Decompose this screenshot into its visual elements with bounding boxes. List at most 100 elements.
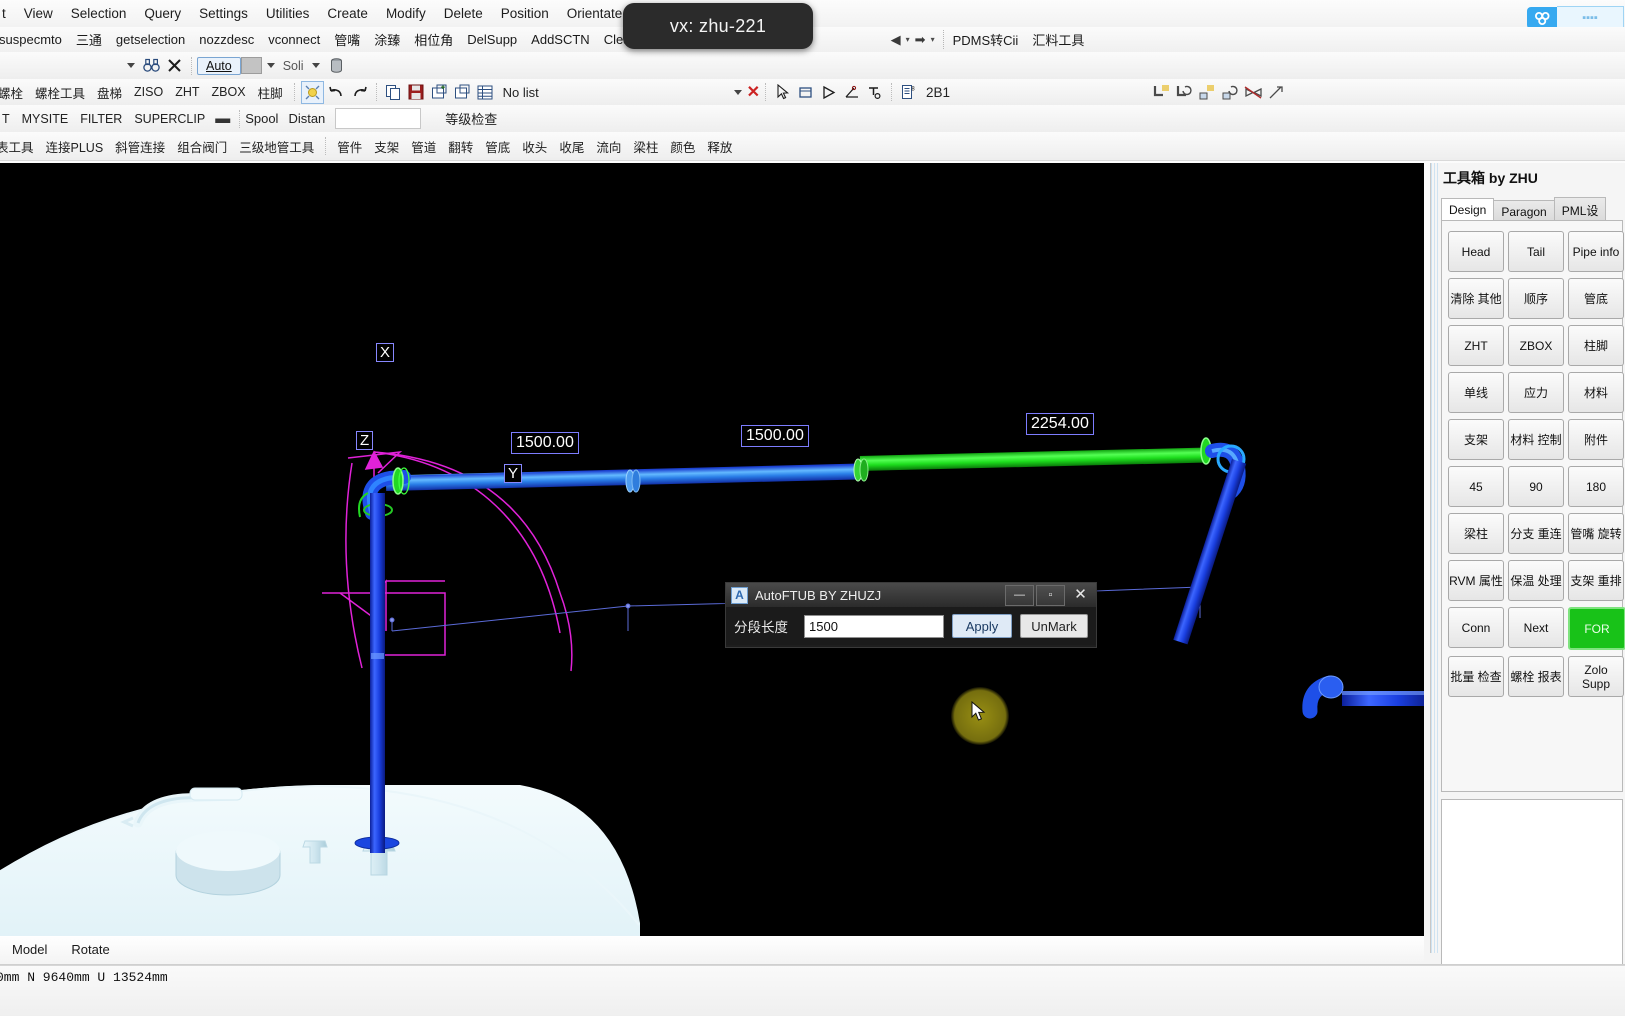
cmd-vconnect[interactable]: vconnect <box>261 29 327 50</box>
btn-rvm-attrs[interactable]: RVM 属性 <box>1448 560 1504 601</box>
valve-tool-icon[interactable] <box>1243 82 1264 103</box>
btn-batch-check[interactable]: 批量 检查 <box>1448 656 1504 697</box>
cmd-pdms-to-cii[interactable]: PDMS转Cii <box>946 27 1026 52</box>
tool-xieguan-lianjie[interactable]: 斜管连接 <box>109 134 171 159</box>
elbow-tool-1-icon[interactable] <box>1151 82 1172 103</box>
document-icon[interactable]: 8 <box>898 82 919 103</box>
spool-label[interactable]: Spool <box>245 111 278 126</box>
dropdown-caret-icon[interactable] <box>127 63 135 68</box>
btn-head[interactable]: Head <box>1448 231 1504 272</box>
menu-item-query[interactable]: Query <box>136 2 189 26</box>
btn-beam-column[interactable]: 梁柱 <box>1448 513 1504 554</box>
btn-support-rearrange[interactable]: 支架 重排 <box>1568 560 1624 601</box>
cmd-guanzui[interactable]: 管嘴 <box>327 27 367 52</box>
btn-conn[interactable]: Conn <box>1448 607 1504 648</box>
undo-icon[interactable] <box>326 82 347 103</box>
pointer-select-icon[interactable] <box>772 82 793 103</box>
btn-column-foot[interactable]: 柱脚 <box>1568 325 1624 366</box>
unmark-button[interactable]: UnMark <box>1020 614 1088 638</box>
btn-zolo-supp[interactable]: Zolo Supp <box>1568 656 1624 697</box>
auto-button[interactable]: Auto <box>197 56 241 75</box>
menu-item-edit[interactable]: t <box>0 2 14 26</box>
tool-guanjian[interactable]: 管件 <box>331 134 368 159</box>
btn-tail[interactable]: Tail <box>1508 231 1564 272</box>
nav-back-caret-icon[interactable]: ▾ <box>904 35 912 44</box>
remove-from-list-icon[interactable] <box>452 82 473 103</box>
tool-shouwei[interactable]: 收尾 <box>553 134 590 159</box>
find-icon[interactable] <box>141 55 162 76</box>
tool-zuhe-famen[interactable]: 组合阀门 <box>171 134 233 159</box>
list-selector[interactable]: No list <box>497 85 747 100</box>
tool-zhijia[interactable]: 支架 <box>368 134 405 159</box>
dialog-title-bar[interactable]: A AutoFTUB BY ZHUZJ — ▫ ✕ <box>726 583 1096 607</box>
view-mode-rotate[interactable]: Rotate <box>59 940 121 959</box>
nav-back-button[interactable]: ◀ <box>888 30 904 50</box>
tool-zhujiao[interactable]: 柱脚 <box>252 80 289 105</box>
btn-pipe-bottom[interactable]: 管底 <box>1568 278 1624 319</box>
delete-list-icon[interactable]: ✕ <box>747 82 760 102</box>
tool-mysite[interactable]: MYSITE <box>16 109 75 129</box>
tool-yanse[interactable]: 颜色 <box>664 134 701 159</box>
btn-single-line[interactable]: 单线 <box>1448 372 1504 413</box>
branch-tool-2-icon[interactable] <box>1220 82 1241 103</box>
close-button[interactable]: ✕ <box>1067 585 1094 604</box>
cmd-santong[interactable]: 三通 <box>69 27 109 52</box>
tool-ziso[interactable]: ZISO <box>128 82 169 102</box>
btn-order[interactable]: 顺序 <box>1508 278 1564 319</box>
elbow-tool-2-icon[interactable] <box>1174 82 1195 103</box>
tool-luoshuan[interactable]: 螺栓 <box>0 80 29 105</box>
cmd-delsupp[interactable]: DelSupp <box>460 29 524 50</box>
menu-item-settings[interactable]: Settings <box>191 2 256 26</box>
btn-nozzle-rotate[interactable]: 管嘴 旋转 <box>1568 513 1624 554</box>
add-to-list-icon[interactable] <box>429 82 450 103</box>
btn-clear-other[interactable]: 清除 其他 <box>1448 278 1504 319</box>
tool-fanzhuan[interactable]: 翻转 <box>442 134 479 159</box>
cmd-xiangweijiao[interactable]: 相位角 <box>407 27 460 52</box>
tool-zht[interactable]: ZHT <box>169 82 205 102</box>
apply-button[interactable]: Apply <box>952 614 1012 638</box>
tool-liuxiang[interactable]: 流向 <box>590 134 627 159</box>
play-icon[interactable] <box>818 82 839 103</box>
branch-tool-1-icon[interactable] <box>1197 82 1218 103</box>
nav-forward-button[interactable]: ➡ <box>912 30 929 50</box>
cmd-nozzdesc[interactable]: nozzdesc <box>192 29 261 50</box>
tool-lianjie-plus[interactable]: 连接PLUS <box>40 134 110 159</box>
collapse-icon[interactable]: ▬ <box>211 110 234 127</box>
menu-item-delete[interactable]: Delete <box>436 2 491 26</box>
menu-item-utilities[interactable]: Utilities <box>258 2 318 26</box>
representation-caret-icon[interactable] <box>311 63 320 68</box>
btn-for[interactable]: FOR <box>1568 607 1625 650</box>
box-select-icon[interactable] <box>795 82 816 103</box>
panel-drag-handle[interactable] <box>1431 163 1438 953</box>
tool-guandi[interactable]: 管底 <box>479 134 516 159</box>
minimize-button[interactable]: — <box>1005 584 1034 606</box>
btn-branch-reconnect[interactable]: 分支 重连 <box>1508 513 1564 554</box>
btn-zbox[interactable]: ZBOX <box>1508 325 1564 366</box>
btn-90[interactable]: 90 <box>1508 466 1564 507</box>
btn-material-control[interactable]: 材料 控制 <box>1508 419 1564 460</box>
list-table-icon[interactable] <box>475 82 496 103</box>
btn-accessory[interactable]: 附件 <box>1568 419 1624 460</box>
cmd-suspecmto[interactable]: suspecmto <box>0 29 69 50</box>
extend-tool-icon[interactable] <box>1266 82 1287 103</box>
text-tool-icon[interactable] <box>864 82 885 103</box>
menu-item-view[interactable]: View <box>16 2 61 26</box>
autoftub-dialog[interactable]: A AutoFTUB BY ZHUZJ — ▫ ✕ 分段长度 Apply UnM… <box>725 582 1097 648</box>
cmd-tuzhen[interactable]: 涂臻 <box>367 27 407 52</box>
color-caret-icon[interactable] <box>266 63 275 68</box>
cmd-getselection[interactable]: getselection <box>109 29 192 50</box>
database-icon[interactable] <box>326 55 347 76</box>
cmd-addsctn[interactable]: AddSCTN <box>524 29 597 50</box>
menu-item-create[interactable]: Create <box>319 2 376 26</box>
menu-item-orientate[interactable]: Orientate <box>559 2 631 26</box>
distan-label[interactable]: Distan <box>288 111 325 126</box>
tool-shoutou[interactable]: 收头 <box>516 134 553 159</box>
btn-insulation[interactable]: 保温 处理 <box>1508 560 1564 601</box>
list-selector-caret-icon[interactable] <box>733 89 742 95</box>
tool-biaogongju[interactable]: 表工具 <box>0 134 40 159</box>
tool-filter[interactable]: FILTER <box>74 109 128 129</box>
menu-item-selection[interactable]: Selection <box>63 2 135 26</box>
nav-forward-caret-icon[interactable]: ▾ <box>929 35 937 44</box>
tool-panti[interactable]: 盘梯 <box>91 80 128 105</box>
btn-stress[interactable]: 应力 <box>1508 372 1564 413</box>
